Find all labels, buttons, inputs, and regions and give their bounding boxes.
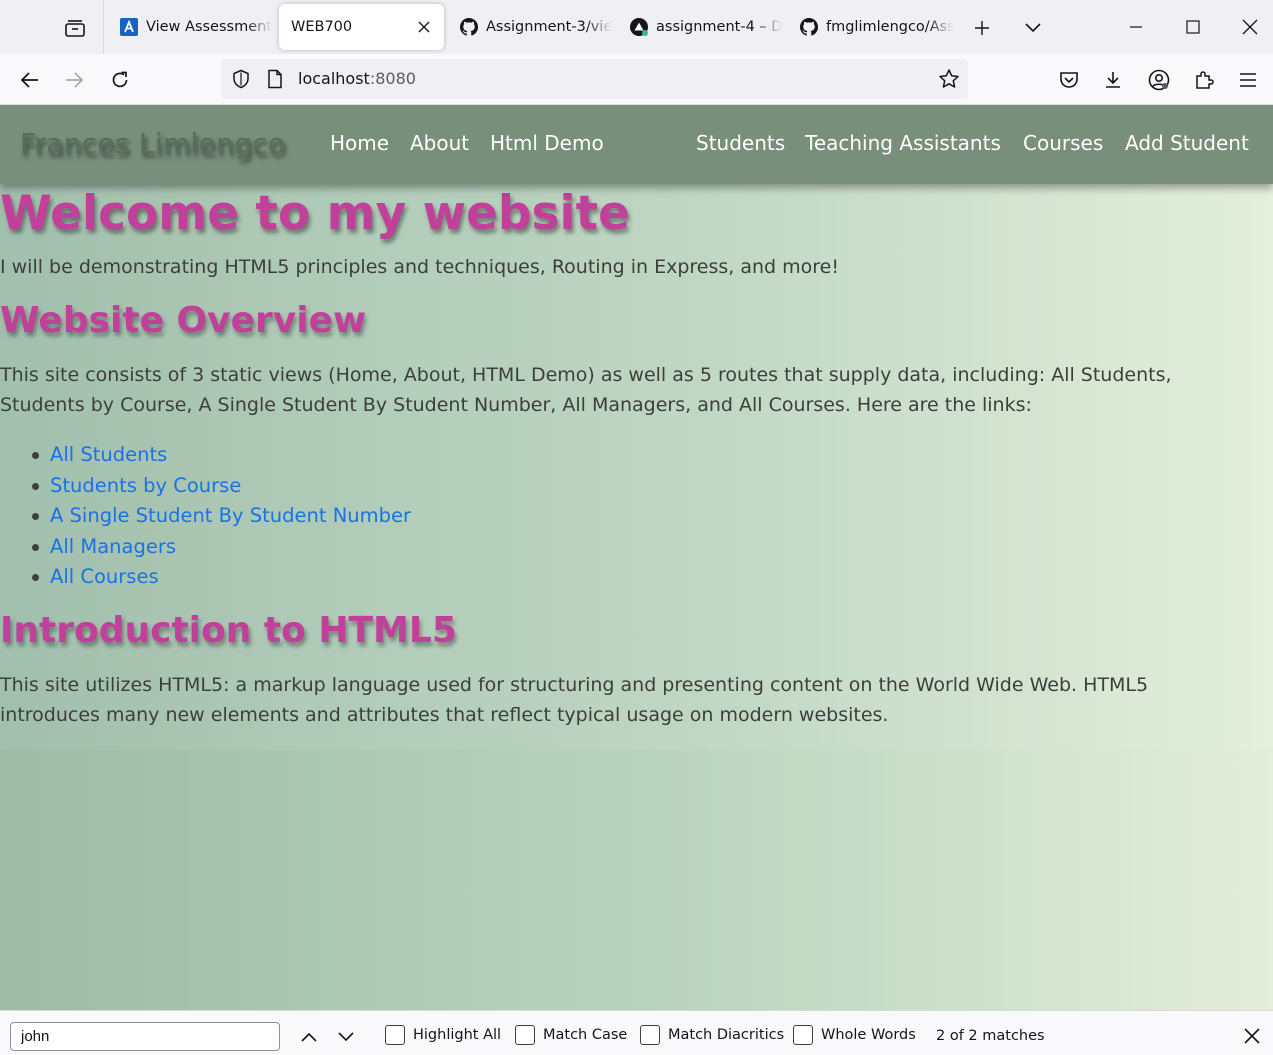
minimize-window-icon[interactable] (1116, 10, 1156, 44)
page-viewport: Frances Limlengco Home About Html Demo S… (0, 105, 1273, 1010)
checkbox-label: Match Diacritics (668, 1027, 785, 1043)
intro-text: This site utilizes HTML5: a markup langu… (0, 674, 1149, 726)
new-tab-plus-icon[interactable] (968, 14, 996, 42)
close-window-icon[interactable] (1230, 10, 1270, 44)
whole-words-checkbox[interactable]: Whole Words (793, 1025, 916, 1045)
url-text[interactable]: localhost:8080 (298, 69, 416, 88)
back-arrow-icon[interactable] (14, 64, 46, 96)
tab-overview-icon[interactable] (58, 14, 92, 42)
overview-text: This site consists of 3 static views (Ho… (0, 364, 1172, 416)
nav-link-teaching-assistants[interactable]: Teaching Assistants (805, 131, 1001, 155)
link-all-managers[interactable]: All Managers (50, 535, 176, 558)
github-icon (800, 18, 818, 36)
link-single-student[interactable]: A Single Student By Student Number (50, 504, 411, 527)
match-case-checkbox[interactable]: Match Case (515, 1025, 627, 1045)
bullet (32, 482, 39, 490)
welcome-heading: Welcome to my website (0, 186, 630, 241)
site-header: Frances Limlengco Home About Html Demo S… (0, 105, 1273, 184)
link-students-by-course[interactable]: Students by Course (50, 474, 241, 497)
route-link-list: All Students Students by Course A Single… (30, 440, 411, 593)
link-all-courses[interactable]: All Courses (50, 565, 159, 588)
tab-assignment-3[interactable]: Assignment-3/vie (448, 4, 613, 50)
url-host: localhost (298, 69, 370, 88)
close-tab-icon[interactable] (414, 17, 434, 37)
nav-link-add-student[interactable]: Add Student (1125, 131, 1249, 155)
url-port: :8080 (369, 69, 416, 88)
close-find-bar-icon[interactable] (1239, 1023, 1265, 1049)
account-icon[interactable] (1143, 64, 1175, 96)
tab-title: assignment-4 – D (656, 19, 783, 35)
welcome-text: I will be demonstrating HTML5 principles… (0, 256, 839, 278)
checkbox-box[interactable] (385, 1025, 405, 1045)
list-item: All Managers (30, 532, 411, 563)
extensions-puzzle-icon[interactable] (1188, 64, 1220, 96)
github-icon (460, 18, 478, 36)
match-diacritics-checkbox[interactable]: Match Diacritics (640, 1025, 784, 1045)
find-bar: Highlight All Match Case Match Diacritic… (0, 1010, 1273, 1055)
find-previous-chevron-up-icon[interactable] (295, 1024, 323, 1050)
bullet (32, 513, 39, 520)
vercel-icon (630, 18, 648, 36)
tracking-protection-shield-icon[interactable] (231, 69, 251, 89)
list-tabs-chevron-down-icon[interactable] (1019, 14, 1047, 42)
bullet (32, 574, 39, 581)
checkbox-box[interactable] (793, 1025, 813, 1045)
overview-heading: Website Overview (0, 300, 367, 341)
tab-title: fmglimlengco/Ass (826, 19, 953, 35)
bullet (32, 543, 39, 551)
intro-heading: Introduction to HTML5 (0, 610, 457, 651)
list-item: A Single Student By Student Number (30, 501, 411, 532)
nav-link-html-demo[interactable]: Html Demo (490, 131, 604, 155)
highlight-all-checkbox[interactable]: Highlight All (385, 1025, 501, 1045)
main-content: Welcome to my website I will be demonstr… (0, 184, 1273, 750)
find-match-status: 2 of 2 matches (936, 1028, 1045, 1044)
nav-link-about[interactable]: About (410, 131, 469, 155)
checkbox-label: Highlight All (413, 1027, 502, 1043)
list-item: All Students (30, 440, 411, 471)
tab-title: Assignment-3/vie (486, 19, 613, 35)
bullet (32, 452, 39, 459)
checkbox-label: Whole Words (821, 1027, 916, 1043)
page-info-icon[interactable] (265, 69, 285, 89)
assessment-favicon-icon (120, 18, 138, 36)
checkbox-box[interactable] (515, 1025, 535, 1045)
tab-view-assessment[interactable]: View Assessment (108, 4, 273, 50)
tab-web700[interactable]: WEB700 (279, 4, 444, 50)
link-all-students[interactable]: All Students (50, 443, 167, 466)
nav-link-home[interactable]: Home (330, 131, 389, 155)
maximize-window-icon[interactable] (1173, 10, 1213, 44)
tab-title: View Assessment (146, 19, 272, 35)
checkbox-box[interactable] (640, 1025, 660, 1045)
pocket-icon[interactable] (1053, 64, 1085, 96)
tab-fmglimlengco[interactable]: fmglimlengco/Ass (788, 4, 953, 50)
tab-assignment-4[interactable]: assignment-4 – D (618, 4, 783, 50)
nav-link-students[interactable]: Students (696, 131, 785, 155)
list-item: Students by Course (30, 471, 411, 502)
site-brand[interactable]: Frances Limlengco (20, 127, 285, 160)
app-menu-hamburger-icon[interactable] (1232, 64, 1264, 96)
checkbox-label: Match Case (543, 1027, 628, 1043)
browser-nav-bar: localhost:8080 (0, 54, 1273, 105)
nav-link-courses[interactable]: Courses (1023, 131, 1103, 155)
tab-title: WEB700 (291, 19, 353, 35)
list-item: All Courses (30, 562, 411, 593)
downloads-icon[interactable] (1097, 64, 1129, 96)
tab-divider (103, 0, 104, 54)
forward-arrow-icon[interactable] (58, 64, 90, 96)
browser-tab-bar: View Assessment WEB700 Assignment-3/vie … (0, 0, 1273, 54)
find-input[interactable] (10, 1022, 280, 1051)
find-next-chevron-down-icon[interactable] (332, 1024, 360, 1050)
reload-icon[interactable] (104, 64, 136, 96)
bookmark-star-icon[interactable] (938, 68, 960, 90)
url-bar[interactable]: localhost:8080 (221, 59, 968, 99)
